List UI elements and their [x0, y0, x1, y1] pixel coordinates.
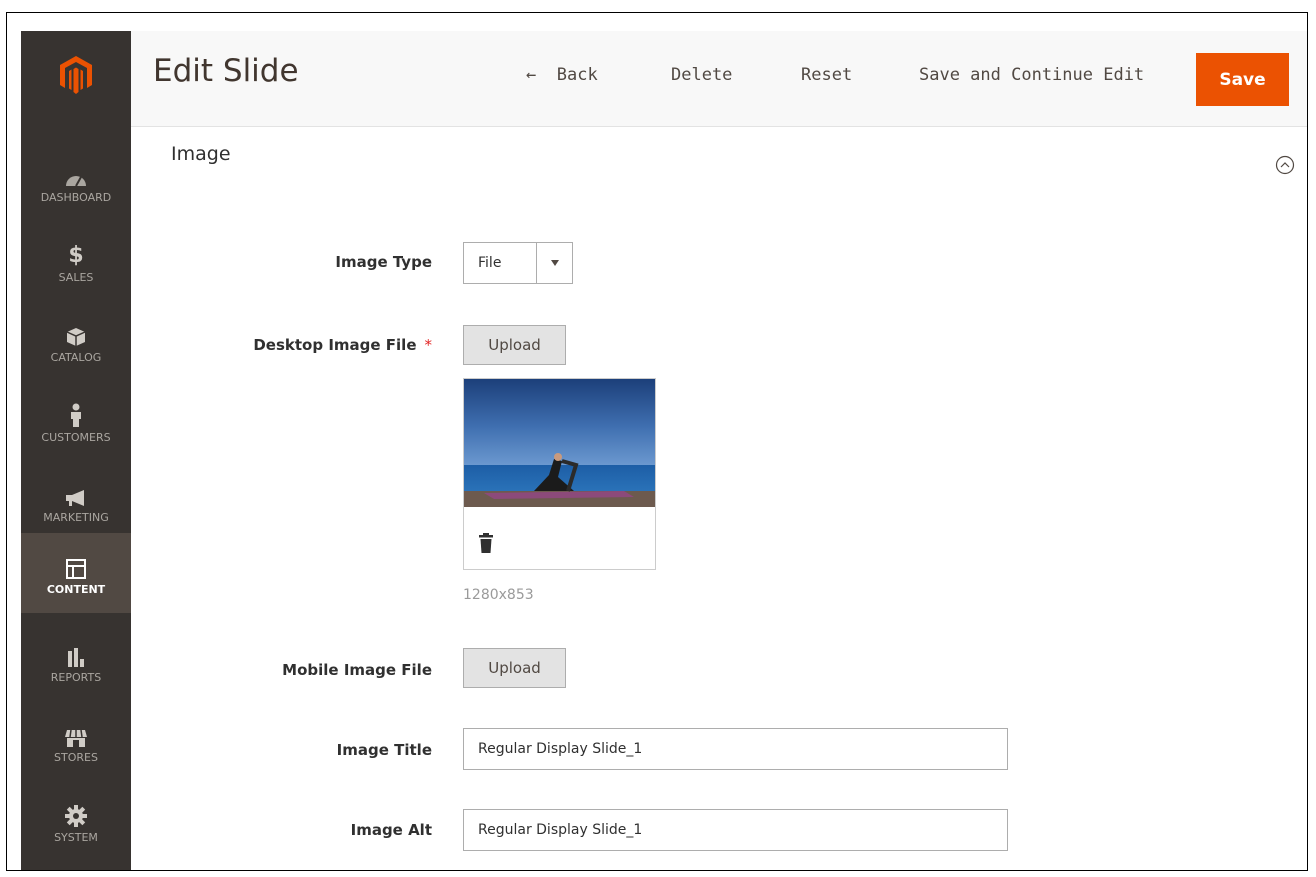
sidebar-item-content[interactable]: CONTENT [21, 533, 131, 613]
sidebar-item-customers[interactable]: CUSTOMERS [21, 381, 131, 461]
desktop-image-label: Desktop Image File * [253, 336, 432, 354]
megaphone-icon [64, 479, 88, 507]
sidebar-item-label: DASHBOARD [40, 190, 112, 204]
image-type-value: File [478, 255, 502, 271]
collapse-up-icon[interactable] [1275, 155, 1295, 179]
sidebar-item-label: CATALOG [50, 350, 102, 364]
sidebar-item-stores[interactable]: STORES [21, 701, 131, 781]
desktop-image-label-text: Desktop Image File [253, 336, 417, 354]
image-alt-label: Image Alt [350, 821, 432, 839]
bar-chart-icon [66, 639, 86, 667]
image-type-label: Image Type [335, 253, 432, 271]
image-alt-input[interactable] [463, 809, 1008, 851]
sidebar-item-label: REPORTS [50, 670, 102, 684]
layout-icon [66, 551, 86, 579]
trash-icon[interactable] [478, 533, 494, 557]
save-button[interactable]: Save [1196, 53, 1289, 106]
gear-icon [65, 799, 87, 827]
mobile-image-label: Mobile Image File [282, 661, 432, 679]
image-type-select[interactable]: File [463, 242, 573, 284]
sidebar-item-label: SYSTEM [54, 830, 98, 844]
desktop-upload-button[interactable]: Upload [463, 325, 566, 365]
sidebar-item-catalog[interactable]: CATALOG [21, 301, 131, 381]
admin-screen: DASHBOARD $ SALES CATALOG CUSTOMERS MARK… [21, 31, 1307, 870]
box-icon [66, 319, 86, 347]
delete-button[interactable]: Delete [671, 65, 732, 85]
required-mark: * [424, 336, 433, 354]
mobile-upload-button[interactable]: Upload [463, 648, 566, 688]
dropdown-arrow-icon [536, 243, 572, 283]
sidebar-item-label: CONTENT [46, 582, 106, 596]
person-icon [69, 399, 83, 427]
page-title: Edit Slide [153, 53, 299, 89]
sidebar-item-system[interactable]: SYSTEM [21, 781, 131, 861]
image-title-label: Image Title [336, 741, 432, 759]
magento-logo-icon [60, 56, 92, 94]
back-button-label: Back [556, 65, 598, 85]
dollar-icon: $ [68, 242, 84, 268]
sidebar-item-dashboard[interactable]: DASHBOARD [21, 141, 131, 221]
sidebar-item-sales[interactable]: $ SALES [21, 221, 131, 301]
section-title[interactable]: Image [171, 143, 231, 165]
preview-image [464, 379, 655, 507]
sidebar-item-label: STORES [54, 750, 98, 764]
image-preview [463, 378, 656, 570]
dashboard-icon [65, 159, 87, 187]
back-button[interactable]: ← Back [526, 65, 598, 85]
image-dimensions: 1280x853 [463, 587, 534, 603]
sidebar: DASHBOARD $ SALES CATALOG CUSTOMERS MARK… [21, 31, 131, 870]
page-header: Edit Slide ← Back Delete Reset Save and … [131, 31, 1307, 127]
reset-button[interactable]: Reset [801, 65, 852, 85]
sidebar-item-label: CUSTOMERS [41, 430, 111, 444]
sidebar-item-label: MARKETING [43, 510, 109, 524]
save-and-continue-button[interactable]: Save and Continue Edit [919, 65, 1144, 85]
sidebar-item-label: SALES [58, 270, 94, 284]
arrow-left-icon: ← [526, 65, 537, 85]
magento-logo[interactable] [21, 31, 131, 119]
image-title-input[interactable] [463, 728, 1008, 770]
sidebar-item-reports[interactable]: REPORTS [21, 621, 131, 701]
sidebar-item-marketing[interactable]: MARKETING [21, 461, 131, 541]
storefront-icon [64, 719, 88, 747]
window-frame: DASHBOARD $ SALES CATALOG CUSTOMERS MARK… [6, 12, 1308, 871]
